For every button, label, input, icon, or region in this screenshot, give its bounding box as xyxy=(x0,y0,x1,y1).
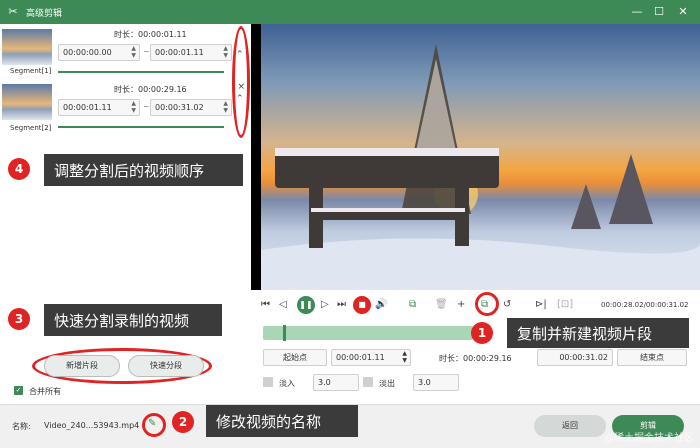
fade-out-input[interactable]: 3.0 xyxy=(413,374,459,391)
edit-name-icon[interactable]: ✎ xyxy=(148,417,156,431)
add-icon[interactable]: + xyxy=(457,298,465,312)
stop-button[interactable]: ■ xyxy=(353,296,371,314)
title-bar: ✂ 高级剪辑 — ☐ ✕ xyxy=(0,0,700,24)
merge-all-checkbox[interactable]: ✓ xyxy=(14,386,23,395)
annotation-callout: 调整分割后的视频顺序 xyxy=(44,154,243,186)
segment-label: Segment[1] xyxy=(10,67,52,75)
maximize-button[interactable]: ☐ xyxy=(648,0,670,24)
segment-thumbnail xyxy=(2,29,52,65)
segment-item[interactable]: Segment[1] 时长：00:00:01.11 00:00:00.00 ▲ ▼ … xyxy=(0,27,251,77)
back-button[interactable]: 返回 xyxy=(534,415,606,437)
segment-panel: Segment[1] 时长：00:00:01.11 00:00:00.00 ▲ ▼ … xyxy=(0,24,251,404)
fade-in-checkbox[interactable] xyxy=(263,377,273,387)
player-controls: ⏮ ◁ ❚❚ ▷ ⏭ ■ 🔊 ⧉ 🗑 + ⧉ ↺ ⊳| [⊡] 00:00:28… xyxy=(251,290,700,404)
playback-time: 00:00:28.02/00:00:31.02 xyxy=(601,301,689,309)
segment-label: Segment[2] xyxy=(10,124,52,132)
go-end-icon[interactable]: ⏭ xyxy=(337,298,346,312)
video-frame xyxy=(261,44,700,290)
end-time-input[interactable]: 00:00:31.02 xyxy=(537,349,613,366)
segment-duration: 时长：00:00:29.16 xyxy=(114,85,187,94)
timeline-track[interactable] xyxy=(263,325,473,341)
copy-segment-icon[interactable]: ⧉ xyxy=(481,298,488,312)
end-point-button[interactable]: 结束点 xyxy=(617,349,687,366)
start-point-button[interactable]: 起始点 xyxy=(263,349,327,366)
start-time-input[interactable]: 00:00:01.11 ▲ ▼ xyxy=(331,349,411,366)
app-logo-icon: ✂ xyxy=(8,5,18,18)
segment-thumbnail xyxy=(2,84,52,120)
move-up-icon[interactable]: ⌃ xyxy=(236,48,244,62)
trim-duration: 时长：00:00:29.16 xyxy=(439,354,512,363)
annotation-callout: 快速分割录制的视频 xyxy=(44,304,222,336)
close-button[interactable]: ✕ xyxy=(672,0,694,24)
video-preview[interactable] xyxy=(251,24,700,290)
segment-start-time[interactable]: 00:00:01.11 ▲ ▼ xyxy=(58,99,140,116)
next-frame-icon[interactable]: ▷ xyxy=(321,298,329,312)
play-pause-button[interactable]: ❚❚ xyxy=(297,296,315,314)
fade-out-label: 淡出 xyxy=(379,379,395,388)
minimize-button[interactable]: — xyxy=(626,0,648,24)
quick-split-button[interactable]: 快速分段 xyxy=(128,355,204,377)
bottom-bar: 名称: Video_240...53943.mp4 ✎ 2 修改视频的名称 返回… xyxy=(0,404,700,448)
segment-progress xyxy=(58,71,224,73)
fade-in-input[interactable]: 3.0 xyxy=(313,374,359,391)
file-name: Video_240...53943.mp4 xyxy=(44,421,140,430)
prev-frame-icon[interactable]: ◁ xyxy=(279,298,287,312)
segment-end-time[interactable]: 00:00:31.02 ▲ ▼ xyxy=(150,99,232,116)
segment-progress xyxy=(58,126,224,128)
segment-start-time[interactable]: 00:00:00.00 ▲ ▼ xyxy=(58,44,140,61)
mark-in-icon[interactable]: ⊳| xyxy=(535,298,547,312)
go-start-icon[interactable]: ⏮ xyxy=(261,298,270,312)
annotation-callout: 复制并新建视频片段 xyxy=(507,318,689,348)
name-label: 名称: xyxy=(12,422,31,431)
annotation-number: 2 xyxy=(172,411,194,433)
move-down-icon[interactable]: ⌃ xyxy=(236,92,244,106)
reorder-highlight xyxy=(232,26,250,138)
merge-all-label: 合并所有 xyxy=(29,387,61,396)
split-icon[interactable]: ⧉ xyxy=(409,298,416,312)
delete-icon[interactable]: 🗑 xyxy=(435,298,448,312)
reset-icon[interactable]: ↺ xyxy=(503,298,511,312)
fade-in-label: 淡入 xyxy=(279,379,295,388)
segment-duration: 时长：00:00:01.11 xyxy=(114,30,187,39)
timeline-handle[interactable] xyxy=(283,325,286,341)
mark-out-icon[interactable]: [⊡] xyxy=(557,298,573,312)
window-title: 高级剪辑 xyxy=(26,8,63,19)
annotation-number: 1 xyxy=(471,322,493,344)
watermark: @稀土掘金技术社区 xyxy=(604,433,694,444)
volume-icon[interactable]: 🔊 xyxy=(375,298,387,312)
annotation-number: 3 xyxy=(8,308,30,330)
segment-end-time[interactable]: 00:00:01.11 ▲ ▼ xyxy=(150,44,232,61)
annotation-callout: 修改视频的名称 xyxy=(206,405,358,437)
annotation-number: 4 xyxy=(8,158,30,180)
segment-item[interactable]: Segment[2] 时长：00:00:29.16 00:00:01.11 ▲ ▼ … xyxy=(0,82,251,134)
fade-out-checkbox[interactable] xyxy=(363,377,373,387)
new-segment-button[interactable]: 新增片段 xyxy=(44,355,120,377)
